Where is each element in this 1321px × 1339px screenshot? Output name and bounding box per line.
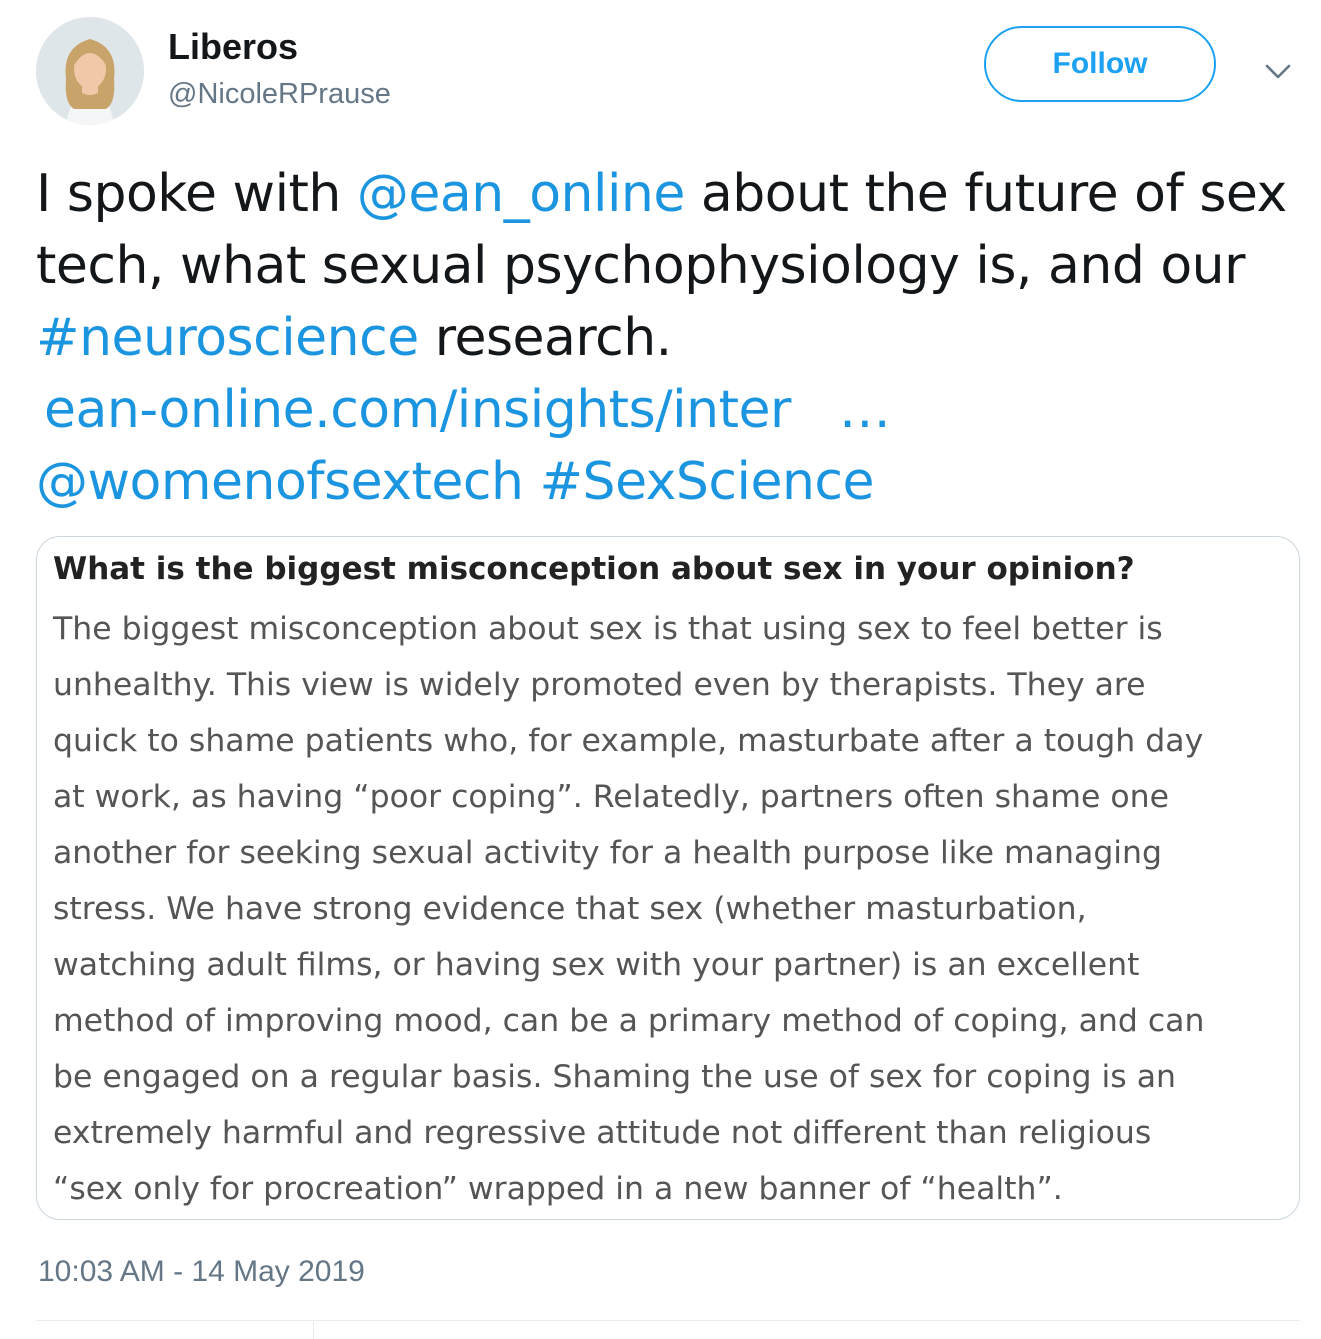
url-link[interactable]: ean-online.com/insights/inter … xyxy=(36,380,891,440)
profile-photo-icon xyxy=(36,17,144,125)
hashtag-link[interactable]: #SexScience xyxy=(539,452,874,512)
tweet-timestamp[interactable]: 10:03 AM - 14 May 2019 xyxy=(38,1252,365,1292)
card-line: watching adult films, or having sex with… xyxy=(53,947,1140,983)
card-line: another for seeking sexual activity for … xyxy=(53,835,1163,871)
card-line: extremely harmful and regressive attitud… xyxy=(53,1115,1152,1151)
card-body: The biggest misconception about sex is t… xyxy=(53,601,1293,1217)
mention-link[interactable]: @womenofsextech xyxy=(36,452,524,512)
tweet-text-segment: I spoke with xyxy=(36,164,357,224)
tweet-text-segment: research. xyxy=(418,308,673,368)
card-line: The biggest misconception about sex is t… xyxy=(53,611,1163,647)
display-name[interactable]: Liberos xyxy=(168,26,298,68)
card-line: unhealthy. This view is widely promoted … xyxy=(53,667,1146,703)
avatar[interactable] xyxy=(36,17,144,125)
card-line: stress. We have strong evidence that sex… xyxy=(53,891,1087,927)
user-handle[interactable]: @NicoleRPrause xyxy=(168,76,391,112)
card-question: What is the biggest misconception about … xyxy=(53,551,1135,587)
chevron-down-icon xyxy=(1265,64,1291,79)
card-line: quick to shame patients who, for example… xyxy=(53,723,1204,759)
url-text: ean-online.com/insights/inter xyxy=(44,380,791,440)
card-line: “sex only for procreation” wrapped in a … xyxy=(53,1171,1063,1207)
card-line: at work, as having “poor coping”. Relate… xyxy=(53,779,1170,815)
divider xyxy=(313,1322,314,1339)
mention-link[interactable]: @ean_online xyxy=(357,164,685,224)
card-line: method of improving mood, can be a prima… xyxy=(53,1003,1205,1039)
follow-button[interactable]: Follow xyxy=(984,26,1216,102)
card-line: be engaged on a regular basis. Shaming t… xyxy=(53,1059,1176,1095)
tweet-text: I spoke with @ean_online about the futur… xyxy=(36,158,1296,518)
divider xyxy=(36,1320,1300,1321)
url-ellipsis: … xyxy=(838,380,891,440)
tweet-menu-button[interactable] xyxy=(1258,54,1298,88)
media-card[interactable]: What is the biggest misconception about … xyxy=(36,536,1300,1220)
hashtag-link[interactable]: #neuroscience xyxy=(36,308,419,368)
